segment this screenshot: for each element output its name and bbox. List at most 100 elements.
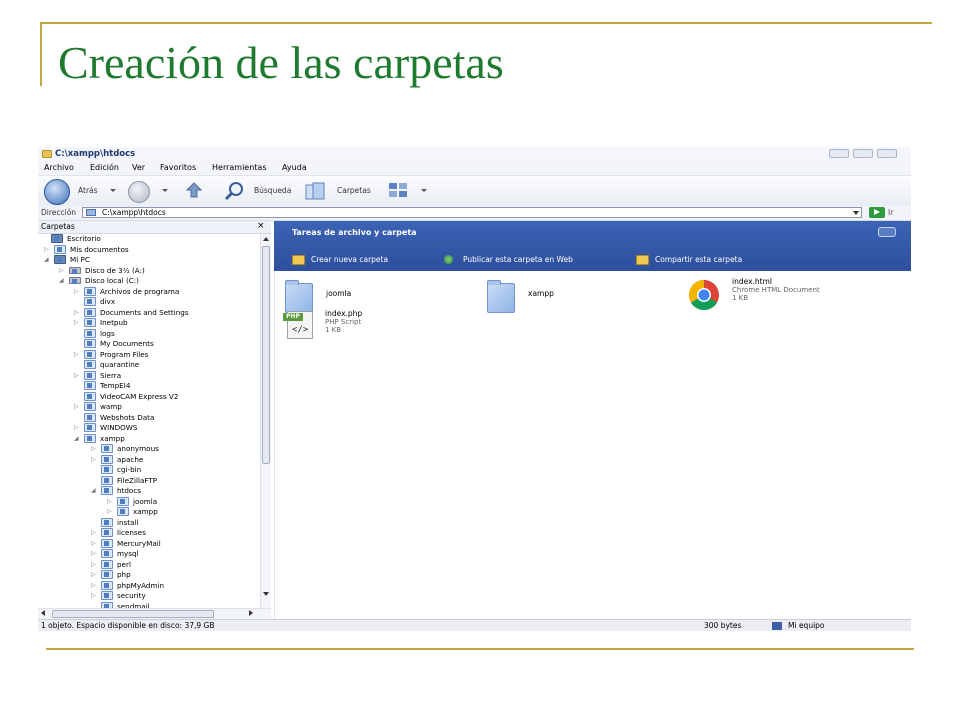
tree-item-label: TempEI4: [100, 381, 131, 390]
views-icon[interactable]: [389, 183, 407, 197]
forward-arrow-icon[interactable]: [128, 181, 150, 203]
folder-icon: [84, 328, 96, 338]
tree-item-label: Mi PC: [70, 255, 90, 264]
menu-favoritos[interactable]: Favoritos: [160, 163, 196, 172]
expander-icon[interactable]: ▷: [74, 309, 82, 316]
menu-edicion[interactable]: Edición: [90, 163, 119, 172]
scroll-right-icon[interactable]: [249, 610, 253, 616]
expander-icon[interactable]: ▷: [74, 424, 82, 431]
menu-ayuda[interactable]: Ayuda: [282, 163, 307, 172]
folder-icon: [101, 538, 113, 548]
file-name: joomla: [326, 289, 352, 298]
search-button-label[interactable]: Búsqueda: [254, 186, 291, 195]
tree-item-label: mysql: [117, 549, 139, 558]
folder-icon: [101, 444, 113, 453]
address-input[interactable]: C:\xampp\htdocs: [82, 207, 862, 218]
tree-item-label: divx: [100, 297, 116, 306]
expander-icon[interactable]: ▷: [59, 267, 67, 274]
tree-item-label: Archivos de programa: [100, 286, 180, 296]
window-title: C:\xampp\htdocs: [55, 149, 136, 159]
scroll-thumb-horizontal[interactable]: [52, 610, 214, 618]
go-button-label[interactable]: Ir: [888, 208, 893, 217]
address-label: Dirección: [41, 208, 77, 217]
folder-icon: [101, 559, 113, 569]
views-dropdown-icon[interactable]: [421, 189, 427, 192]
folder-icon: [101, 549, 113, 558]
tree-item-label: licenses: [117, 528, 146, 537]
slide-top-rule: [40, 22, 932, 24]
collapse-icon[interactable]: [878, 227, 896, 237]
folder-icon: [84, 307, 96, 317]
close-icon[interactable]: ×: [257, 221, 265, 231]
folder-icon: [101, 465, 113, 474]
task-label: Compartir esta carpeta: [655, 255, 743, 264]
expander-icon[interactable]: ▷: [74, 372, 82, 379]
tree-item-label: logs: [100, 328, 115, 338]
expander-icon[interactable]: ▷: [91, 445, 99, 452]
expander-icon[interactable]: ▷: [91, 582, 99, 589]
scroll-left-icon[interactable]: [41, 610, 45, 616]
address-dropdown-icon[interactable]: [853, 211, 859, 215]
share-folder-icon: [636, 255, 649, 265]
search-icon[interactable]: [224, 181, 244, 201]
toolbar: Atrás Búsqueda Carpetas: [38, 176, 911, 207]
tree-item-label: FileZillaFTP: [117, 475, 158, 485]
close-button[interactable]: [877, 149, 897, 158]
expander-icon[interactable]: ◢: [91, 487, 99, 494]
expander-icon[interactable]: ▷: [107, 498, 115, 505]
back-dropdown-icon[interactable]: [110, 189, 116, 192]
expander-icon[interactable]: ▷: [74, 351, 82, 358]
menu-herramientas[interactable]: Herramientas: [212, 163, 267, 172]
tree-item-label: phpMyAdmin: [117, 580, 165, 590]
file-item-index-php[interactable]: PHP </> index.php PHP Script 1 KB: [283, 309, 483, 345]
expander-icon[interactable]: ▷: [91, 540, 99, 547]
back-button-label[interactable]: Atrás: [78, 186, 98, 195]
folder-icon: [101, 528, 113, 537]
file-item-index-html[interactable]: index.html Chrome HTML Document 1 KB: [688, 277, 888, 313]
folders-icon[interactable]: [304, 180, 326, 202]
expander-icon[interactable]: ▷: [91, 571, 99, 578]
code-glyph: </>: [292, 325, 309, 335]
expander-icon[interactable]: ▷: [74, 288, 82, 295]
menu-ver[interactable]: Ver: [132, 163, 145, 172]
folder-icon: [84, 349, 96, 359]
window-titlebar[interactable]: C:\xampp\htdocs: [38, 147, 911, 161]
tree-item-label: My Documents: [100, 339, 154, 348]
scroll-thumb[interactable]: [262, 246, 270, 464]
expander-icon[interactable]: ▷: [74, 319, 82, 326]
expander-icon[interactable]: ▷: [91, 592, 99, 599]
folder-icon: [84, 297, 96, 306]
folder-icon: [84, 339, 96, 348]
expander-icon[interactable]: ▷: [91, 561, 99, 568]
folders-pane-title: Carpetas: [41, 222, 75, 231]
address-value: C:\xampp\htdocs: [102, 208, 166, 217]
tree-horizontal-scrollbar[interactable]: [38, 608, 271, 619]
folders-button-label[interactable]: Carpetas: [337, 186, 371, 195]
scroll-down-icon[interactable]: [263, 592, 269, 596]
address-bar: Dirección C:\xampp\htdocs Ir: [38, 206, 911, 221]
expander-icon[interactable]: ◢: [59, 277, 67, 284]
back-arrow-icon[interactable]: [44, 179, 70, 205]
maximize-button[interactable]: [853, 149, 873, 158]
menu-archivo[interactable]: Archivo: [44, 163, 74, 172]
tree-item-label: Disco local (C:): [85, 276, 139, 285]
forward-dropdown-icon[interactable]: [162, 189, 168, 192]
expander-icon[interactable]: ▷: [74, 403, 82, 410]
expander-icon[interactable]: ▷: [91, 456, 99, 463]
up-folder-icon[interactable]: [185, 182, 203, 198]
tree-vertical-scrollbar[interactable]: [260, 234, 271, 608]
status-size: 300 bytes: [704, 621, 742, 630]
expander-icon[interactable]: ◢: [44, 256, 52, 263]
scroll-up-icon[interactable]: [263, 237, 269, 241]
expander-icon[interactable]: ▷: [91, 550, 99, 557]
expander-icon[interactable]: ▷: [107, 508, 115, 515]
expander-icon[interactable]: ▷: [91, 529, 99, 536]
slide-bottom-rule: [46, 648, 914, 650]
folder-icon: [487, 280, 515, 313]
expander-icon[interactable]: ▷: [44, 246, 52, 253]
file-item-xampp[interactable]: xampp: [487, 279, 667, 315]
expander-icon[interactable]: ◢: [74, 435, 82, 442]
minimize-button[interactable]: [829, 149, 849, 158]
go-arrow-icon[interactable]: [869, 207, 885, 218]
folder-icon: [86, 209, 96, 216]
